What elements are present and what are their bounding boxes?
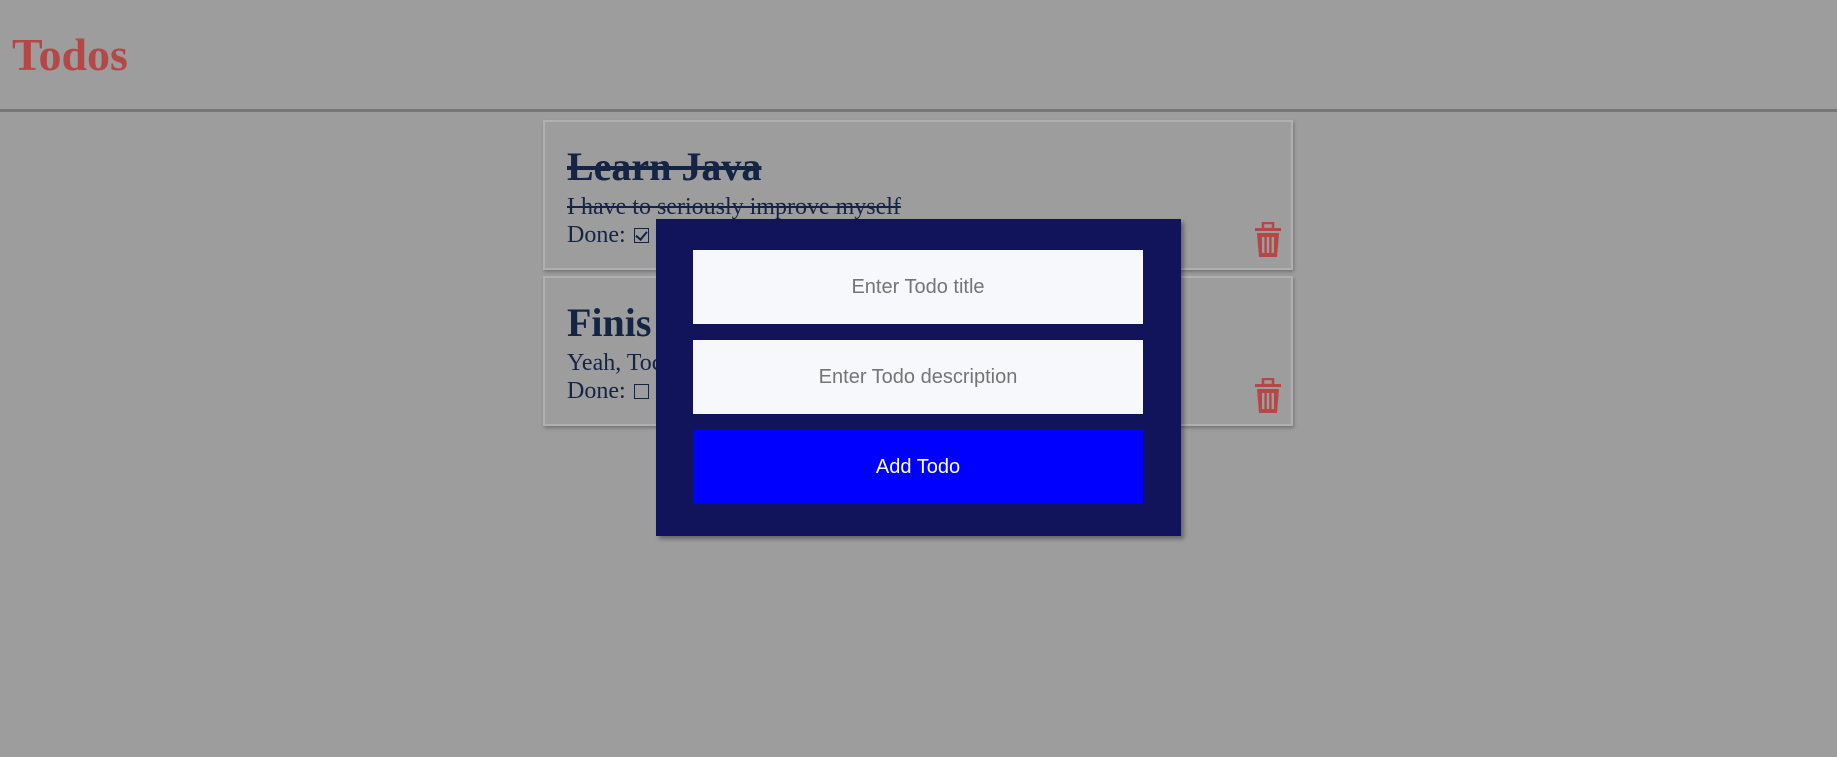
app-title: Todos (12, 29, 128, 80)
done-label: Done: (567, 222, 626, 248)
todo-title-input[interactable] (693, 250, 1143, 324)
trash-icon[interactable] (1253, 378, 1283, 414)
done-label: Done: (567, 378, 626, 404)
done-checkbox[interactable] (633, 227, 649, 243)
todo-description: Yeah, Toc (567, 350, 663, 376)
add-todo-modal: Add Todo (656, 219, 1181, 536)
todo-description-input[interactable] (693, 340, 1143, 414)
add-todo-button[interactable]: Add Todo (693, 430, 1143, 504)
todo-description: I have to seriously improve myself (567, 194, 901, 220)
app-header: Todos (0, 0, 1837, 112)
trash-icon[interactable] (1253, 222, 1283, 258)
todo-done-row: Done: (567, 221, 649, 249)
todo-title: Learn Java (567, 144, 762, 189)
todo-done-row: Done: (567, 377, 649, 405)
done-checkbox[interactable] (633, 383, 649, 399)
todo-title: Finis (567, 300, 652, 345)
